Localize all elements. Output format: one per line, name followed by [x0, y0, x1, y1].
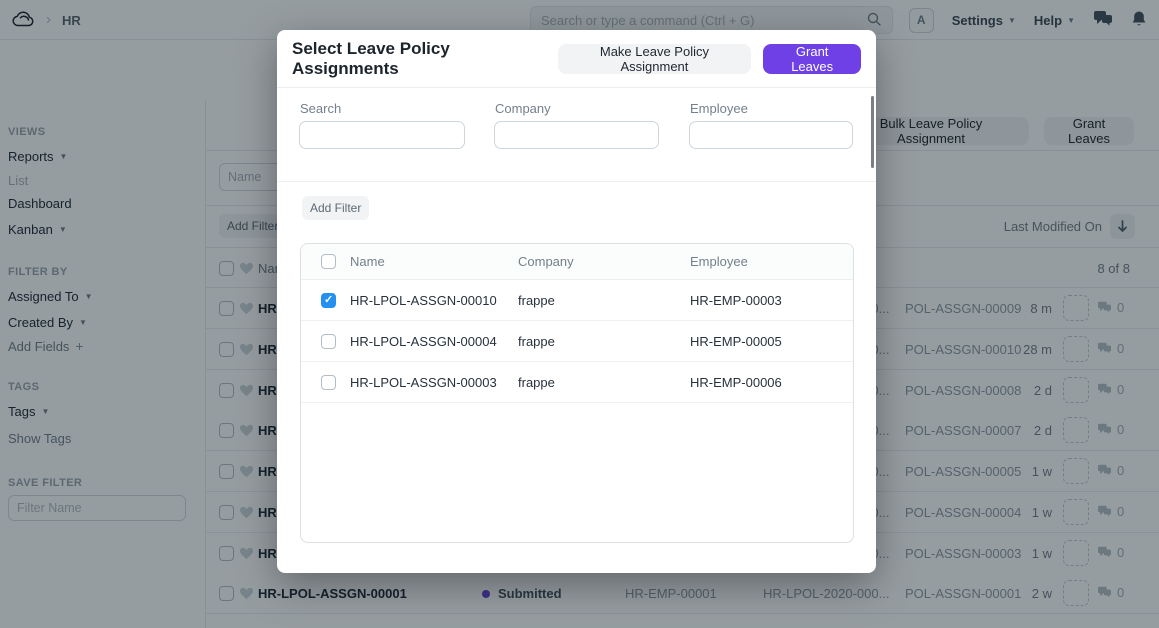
modal-add-filter-button[interactable]: Add Filter: [302, 196, 369, 220]
modal-row-checkbox[interactable]: [321, 375, 336, 390]
modal-company-input[interactable]: [495, 122, 658, 148]
modal-table-row[interactable]: HR-LPOL-ASSGN-00003 frappe HR-EMP-00006: [301, 362, 853, 403]
modal-row-checkbox[interactable]: [321, 293, 336, 308]
modal-row-company: frappe: [518, 375, 555, 390]
modal-column-employee: Employee: [690, 254, 748, 269]
modal-column-company: Company: [518, 254, 574, 269]
modal-table-row[interactable]: HR-LPOL-ASSGN-00004 frappe HR-EMP-00005: [301, 321, 853, 362]
modal-row-employee: HR-EMP-00003: [690, 293, 782, 308]
select-leave-policy-assignments-modal: Select Leave Policy Assignments Make Lea…: [277, 30, 876, 573]
employee-field-label: Employee: [690, 101, 748, 116]
modal-employee-input[interactable]: [690, 122, 852, 148]
search-field: [299, 121, 465, 149]
modal-row-name[interactable]: HR-LPOL-ASSGN-00003: [350, 375, 497, 390]
modal-row-employee: HR-EMP-00006: [690, 375, 782, 390]
company-field-label: Company: [495, 101, 551, 116]
modal-row-employee: HR-EMP-00005: [690, 334, 782, 349]
modal-row-name[interactable]: HR-LPOL-ASSGN-00004: [350, 334, 497, 349]
company-field: [494, 121, 659, 149]
modal-row-company: frappe: [518, 334, 555, 349]
modal-row-checkbox[interactable]: [321, 334, 336, 349]
make-leave-policy-assignment-button[interactable]: Make Leave Policy Assignment: [558, 44, 752, 74]
employee-field: [689, 121, 853, 149]
modal-select-all-checkbox[interactable]: [321, 254, 336, 269]
modal-row-name[interactable]: HR-LPOL-ASSGN-00010: [350, 293, 497, 308]
modal-header: Select Leave Policy Assignments Make Lea…: [277, 30, 876, 88]
modal-table-header: Name Company Employee: [301, 244, 853, 280]
modal-row-company: frappe: [518, 293, 555, 308]
search-field-label: Search: [300, 101, 341, 116]
divider: [277, 181, 876, 182]
modal-search-input[interactable]: [300, 122, 464, 148]
modal-title: Select Leave Policy Assignments: [292, 39, 546, 79]
modal-column-name: Name: [350, 254, 385, 269]
grant-leaves-button[interactable]: Grant Leaves: [763, 44, 861, 74]
modal-table-row[interactable]: HR-LPOL-ASSGN-00010 frappe HR-EMP-00003: [301, 280, 853, 321]
modal-scrollbar[interactable]: [871, 96, 874, 168]
modal-table: Name Company Employee HR-LPOL-ASSGN-0001…: [300, 243, 854, 543]
